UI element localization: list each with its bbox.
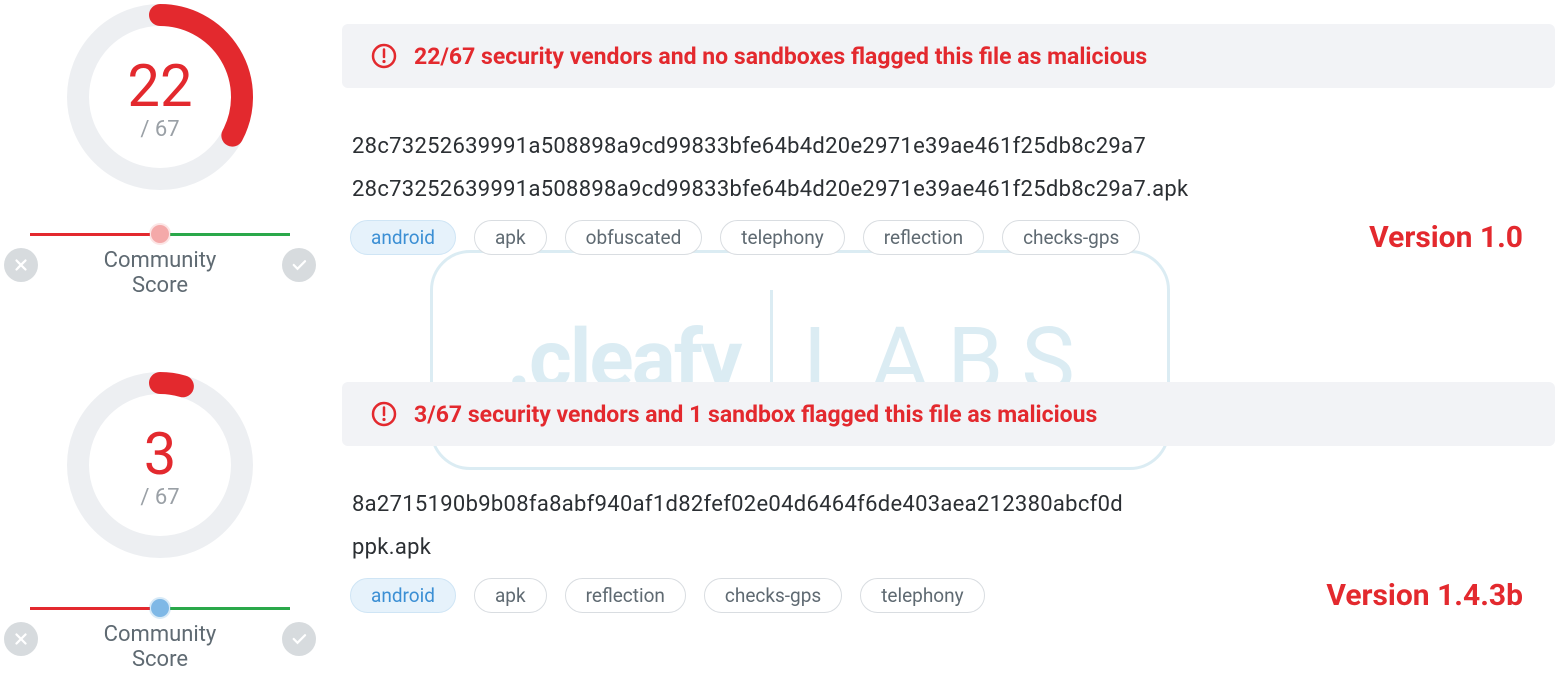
alert-text: 3/67 security vendors and 1 sandbox flag… (414, 401, 1097, 428)
community-score-label: Community Score (104, 248, 217, 299)
alert-icon (370, 42, 398, 70)
alert-text: 22/67 security vendors and no sandboxes … (414, 43, 1147, 70)
community-score: Community Score (0, 600, 320, 673)
tag-telephony[interactable]: telephony (720, 220, 844, 255)
file-name: ppk.apk (352, 535, 1555, 560)
scan-details: 3/67 security vendors and 1 sandbox flag… (320, 350, 1555, 697)
tag-reflection[interactable]: reflection (863, 220, 984, 255)
vote-down-button[interactable] (4, 248, 38, 282)
scan-details: 22/67 security vendors and no sandboxes … (320, 0, 1555, 350)
version-label: Version 1.0 (1369, 220, 1523, 255)
alert-icon (370, 400, 398, 428)
alert-banner: 3/67 security vendors and 1 sandbox flag… (342, 382, 1555, 446)
file-hash: 8a2715190b9b08fa8abf940af1d82fef02e04d64… (352, 492, 1555, 517)
community-score: Community Score (0, 226, 320, 299)
score-panel: 3 / 67 Community Score (0, 350, 320, 697)
score-panel: 22 / 67 Community Score (0, 0, 320, 350)
tag-checks-gps[interactable]: checks-gps (704, 578, 842, 613)
version-label: Version 1.4.3b (1326, 578, 1523, 613)
tag-checks-gps[interactable]: checks-gps (1002, 220, 1140, 255)
scan-result-row: 22 / 67 Community Score (0, 0, 1555, 350)
slider-thumb[interactable] (151, 225, 169, 243)
tag-obfuscated[interactable]: obfuscated (565, 220, 703, 255)
vote-up-button[interactable] (282, 248, 316, 282)
vote-down-button[interactable] (4, 622, 38, 656)
tag-android[interactable]: android (350, 578, 456, 613)
tag-telephony[interactable]: telephony (860, 578, 984, 613)
detection-gauge: 3 / 67 (55, 360, 265, 570)
file-name: 28c73252639991a508898a9cd99833bfe64b4d20… (352, 177, 1555, 202)
alert-banner: 22/67 security vendors and no sandboxes … (342, 24, 1555, 88)
community-score-label: Community Score (104, 622, 217, 673)
detection-gauge: 22 / 67 (55, 0, 265, 202)
tag-list: android apk obfuscated telephony reflection c… (342, 220, 1140, 255)
tag-list: android apk reflection checks-gps telephony (342, 578, 985, 613)
community-slider[interactable] (30, 600, 290, 616)
slider-thumb[interactable] (151, 599, 169, 617)
community-slider[interactable] (30, 226, 290, 242)
scan-result-row: 3 / 67 Community Score (0, 350, 1555, 697)
vote-up-button[interactable] (282, 622, 316, 656)
tag-android[interactable]: android (350, 220, 456, 255)
tag-apk[interactable]: apk (474, 220, 547, 255)
tag-apk[interactable]: apk (474, 578, 547, 613)
file-hash: 28c73252639991a508898a9cd99833bfe64b4d20… (352, 134, 1555, 159)
tag-reflection[interactable]: reflection (565, 578, 686, 613)
